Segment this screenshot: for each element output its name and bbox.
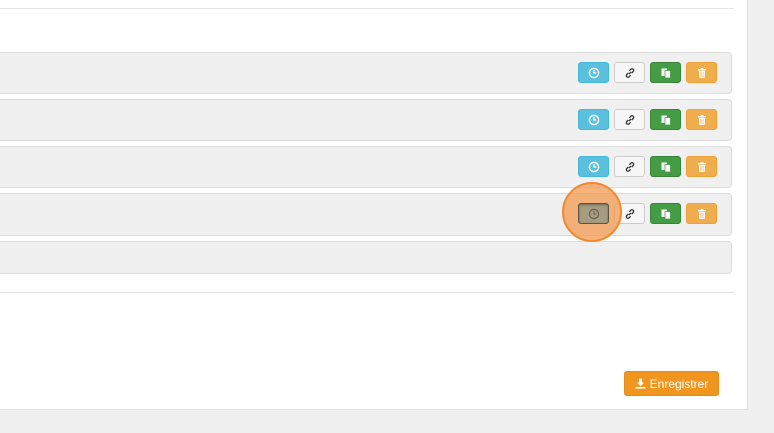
history-button[interactable] xyxy=(578,156,609,177)
link-button[interactable] xyxy=(614,62,645,83)
link-icon xyxy=(625,114,634,125)
list-item xyxy=(0,182,732,242)
copy-button[interactable] xyxy=(650,203,681,224)
delete-button[interactable] xyxy=(686,62,717,83)
clock-icon xyxy=(588,161,599,172)
copy-button[interactable] xyxy=(650,62,681,83)
row-actions xyxy=(578,62,717,83)
copy-icon xyxy=(661,162,671,172)
top-divider xyxy=(0,8,734,9)
copy-icon xyxy=(661,209,671,219)
trash-icon xyxy=(697,114,706,125)
history-button[interactable] xyxy=(578,203,609,224)
form-panel: Enregistrer xyxy=(0,0,748,410)
row-actions xyxy=(578,109,717,130)
clock-icon xyxy=(588,67,599,78)
copy-icon xyxy=(661,115,671,125)
trash-icon xyxy=(697,208,706,219)
link-icon xyxy=(625,67,634,78)
bottom-divider xyxy=(0,292,734,293)
row-actions xyxy=(578,156,717,177)
history-button[interactable] xyxy=(578,109,609,130)
history-button-wrapper xyxy=(562,182,622,242)
link-icon xyxy=(625,161,634,172)
save-button[interactable]: Enregistrer xyxy=(624,371,719,396)
list-item xyxy=(0,99,732,141)
copy-button[interactable] xyxy=(650,109,681,130)
delete-button[interactable] xyxy=(686,109,717,130)
clock-icon xyxy=(588,114,599,125)
link-button[interactable] xyxy=(614,109,645,130)
trash-icon xyxy=(697,67,706,78)
delete-button[interactable] xyxy=(686,203,717,224)
copy-button[interactable] xyxy=(650,156,681,177)
trash-icon xyxy=(697,161,706,172)
delete-button[interactable] xyxy=(686,156,717,177)
list-item xyxy=(0,146,732,188)
link-icon xyxy=(625,208,634,219)
link-button[interactable] xyxy=(614,156,645,177)
save-button-label: Enregistrer xyxy=(649,376,709,391)
history-button[interactable] xyxy=(578,62,609,83)
link-button[interactable] xyxy=(614,203,645,224)
download-icon xyxy=(635,378,646,389)
copy-icon xyxy=(661,68,671,78)
clock-icon xyxy=(588,208,599,219)
list-item xyxy=(0,52,732,94)
row-actions xyxy=(562,182,717,242)
list-item xyxy=(0,241,732,274)
